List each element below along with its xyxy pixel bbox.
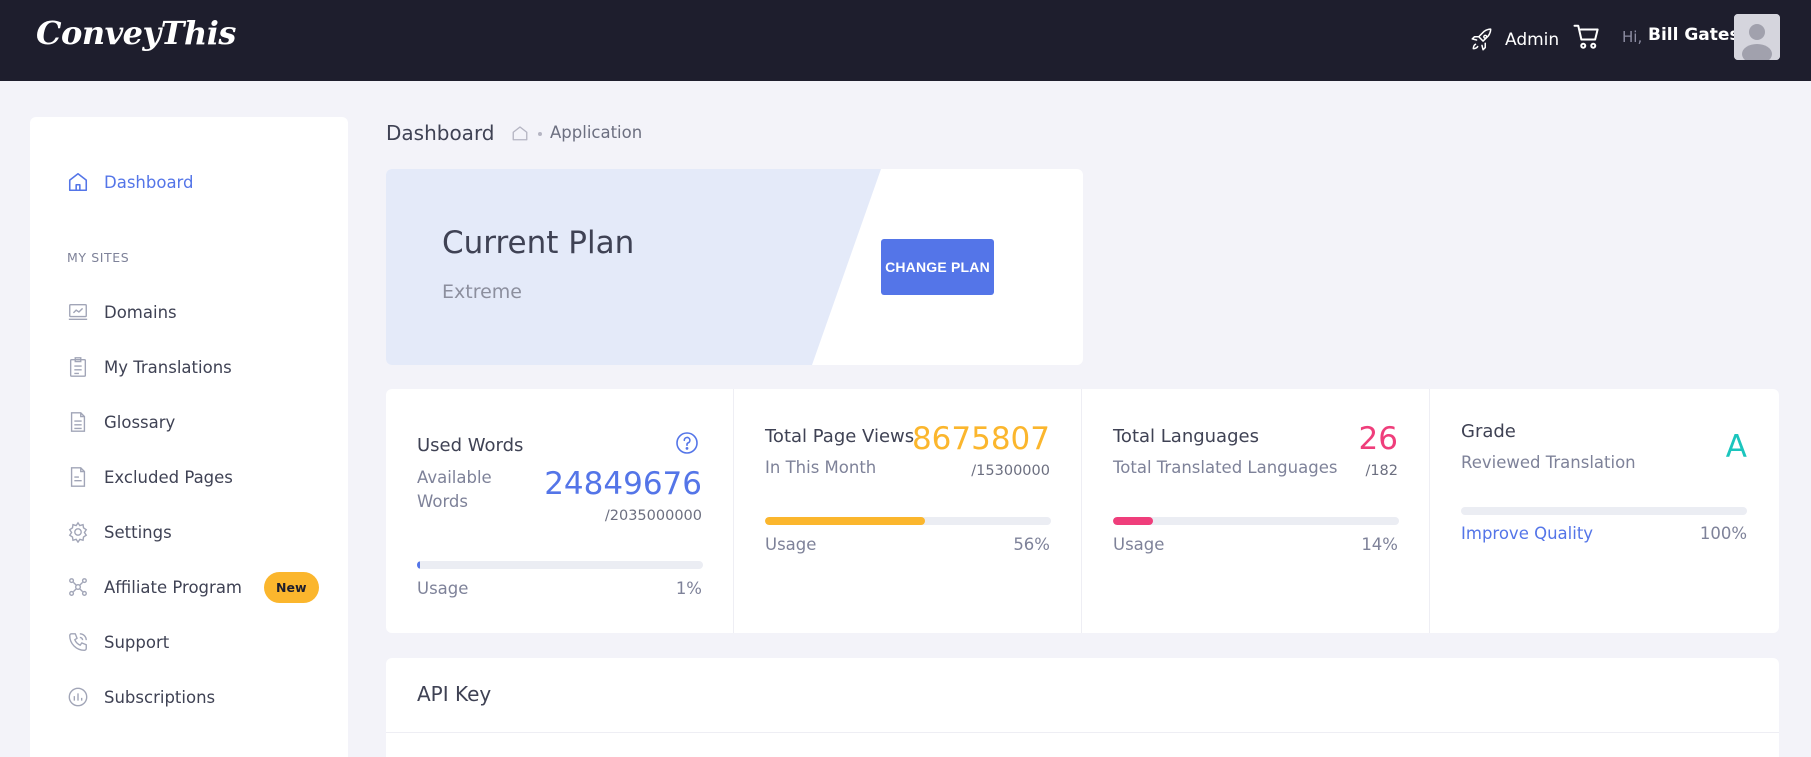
- sidebar-item-dashboard[interactable]: Dashboard: [66, 167, 194, 197]
- top-header: ConveyThis Admin Hi, Bill Gates: [0, 0, 1811, 81]
- quality-progress-bar: [1461, 507, 1747, 515]
- page-views-stat: Total Page Views In This Month 8675807 /…: [734, 389, 1082, 633]
- admin-link[interactable]: Admin: [1469, 22, 1559, 58]
- sidebar-item-label: Dashboard: [104, 172, 194, 192]
- avatar[interactable]: [1734, 14, 1780, 60]
- greeting-text: Hi,: [1622, 28, 1643, 46]
- sidebar: Dashboard MY SITES Domains My Translatio…: [30, 117, 348, 757]
- usage-progress-fill: [765, 517, 926, 525]
- usage-progress-fill: [1113, 517, 1154, 525]
- sidebar-item-subscriptions[interactable]: Subscriptions: [66, 682, 215, 712]
- api-key-title: API Key: [417, 682, 492, 706]
- stat-subtitle: In This Month: [765, 458, 877, 477]
- stat-value: 8675807: [911, 421, 1050, 457]
- usage-percent: 1%: [675, 579, 702, 598]
- clipboard-icon: [66, 355, 90, 379]
- cart-icon[interactable]: [1572, 22, 1602, 52]
- usage-label: Usage: [765, 535, 817, 554]
- help-icon[interactable]: [675, 431, 699, 455]
- grade-stat: Grade Reviewed Translation A Improve Qua…: [1430, 389, 1778, 633]
- avatar-icon: [1734, 14, 1780, 60]
- breadcrumb-current: Application: [550, 123, 643, 142]
- sidebar-item-excluded-pages[interactable]: Excluded Pages: [66, 462, 233, 492]
- sidebar-item-label: Affiliate Program: [104, 577, 243, 597]
- section-title: MY SITES: [67, 250, 130, 265]
- gear-icon: [66, 520, 90, 544]
- sidebar-item-label: Support: [104, 632, 170, 652]
- stat-title: Total Page Views: [765, 426, 915, 447]
- sidebar-item-label: Domains: [104, 302, 177, 322]
- api-key-card: API Key: [386, 658, 1779, 757]
- sidebar-item-label: Subscriptions: [104, 687, 216, 707]
- stat-subtitle: Total Translated Languages: [1113, 458, 1338, 477]
- rocket-icon: [1471, 28, 1492, 51]
- page-title: Dashboard: [386, 121, 495, 145]
- sidebar-item-affiliate-program[interactable]: Affiliate Program New: [66, 571, 319, 603]
- sidebar-item-glossary[interactable]: Glossary: [66, 407, 175, 437]
- usage-progress-bar: [1113, 517, 1399, 525]
- user-name[interactable]: Bill Gates: [1648, 25, 1740, 45]
- current-plan-card: Current Plan Extreme CHANGE PLAN: [386, 169, 1083, 365]
- new-badge: New: [264, 571, 319, 603]
- phone-icon: [66, 630, 90, 654]
- plan-title: Current Plan: [442, 225, 635, 261]
- document-excluded-icon: [66, 465, 90, 489]
- stat-total: /2035000000: [604, 508, 702, 524]
- divider: [386, 732, 1779, 733]
- sidebar-item-label: Glossary: [104, 412, 176, 432]
- sidebar-item-label: My Translations: [104, 357, 232, 377]
- used-words-stat: Used Words Available Words 24849676 /203…: [386, 389, 734, 633]
- improve-quality-link[interactable]: Improve Quality: [1461, 524, 1593, 543]
- change-plan-button[interactable]: CHANGE PLAN: [881, 239, 994, 295]
- stat-value: 24849676: [544, 466, 702, 502]
- chart-circle-icon: [66, 685, 90, 709]
- sidebar-item-domains[interactable]: Domains: [66, 297, 177, 327]
- stats-panel: Used Words Available Words 24849676 /203…: [386, 389, 1779, 633]
- usage-label: Usage: [1113, 535, 1165, 554]
- stat-title: Total Languages: [1113, 426, 1259, 447]
- sidebar-item-label: Excluded Pages: [104, 467, 233, 487]
- languages-stat: Total Languages Total Translated Languag…: [1082, 389, 1430, 633]
- stat-total: /182: [1365, 463, 1398, 479]
- usage-progress-bar: [417, 561, 703, 569]
- usage-progress-bar: [765, 517, 1051, 525]
- stat-subtitle: Available: [417, 468, 492, 487]
- plan-name: Extreme: [442, 281, 522, 303]
- grade-value: A: [1725, 429, 1747, 465]
- stat-title: Used Words: [417, 435, 524, 456]
- sidebar-item-support[interactable]: Support: [66, 627, 169, 657]
- home-icon[interactable]: [511, 124, 529, 142]
- stat-total: /15300000: [971, 463, 1050, 479]
- laptop-chart-icon: [66, 300, 90, 324]
- sidebar-item-label: Settings: [104, 522, 172, 542]
- breadcrumb-separator: [538, 132, 542, 136]
- stat-value: 26: [1358, 421, 1398, 457]
- grade-percent: 100%: [1699, 524, 1747, 543]
- sidebar-item-settings[interactable]: Settings: [66, 517, 172, 547]
- stat-subtitle: Reviewed Translation: [1461, 453, 1636, 472]
- home-icon: [66, 170, 90, 194]
- app-logo[interactable]: ConveyThis: [36, 14, 236, 52]
- network-icon: [66, 575, 90, 599]
- usage-percent: 14%: [1361, 535, 1398, 554]
- stat-subtitle-line2: Words: [417, 492, 469, 511]
- sidebar-item-my-translations[interactable]: My Translations: [66, 352, 232, 382]
- usage-progress-fill: [417, 561, 420, 569]
- usage-label: Usage: [417, 579, 469, 598]
- admin-label: Admin: [1505, 30, 1560, 50]
- usage-percent: 56%: [1013, 535, 1050, 554]
- stat-title: Grade: [1461, 421, 1516, 442]
- document-icon: [66, 410, 90, 434]
